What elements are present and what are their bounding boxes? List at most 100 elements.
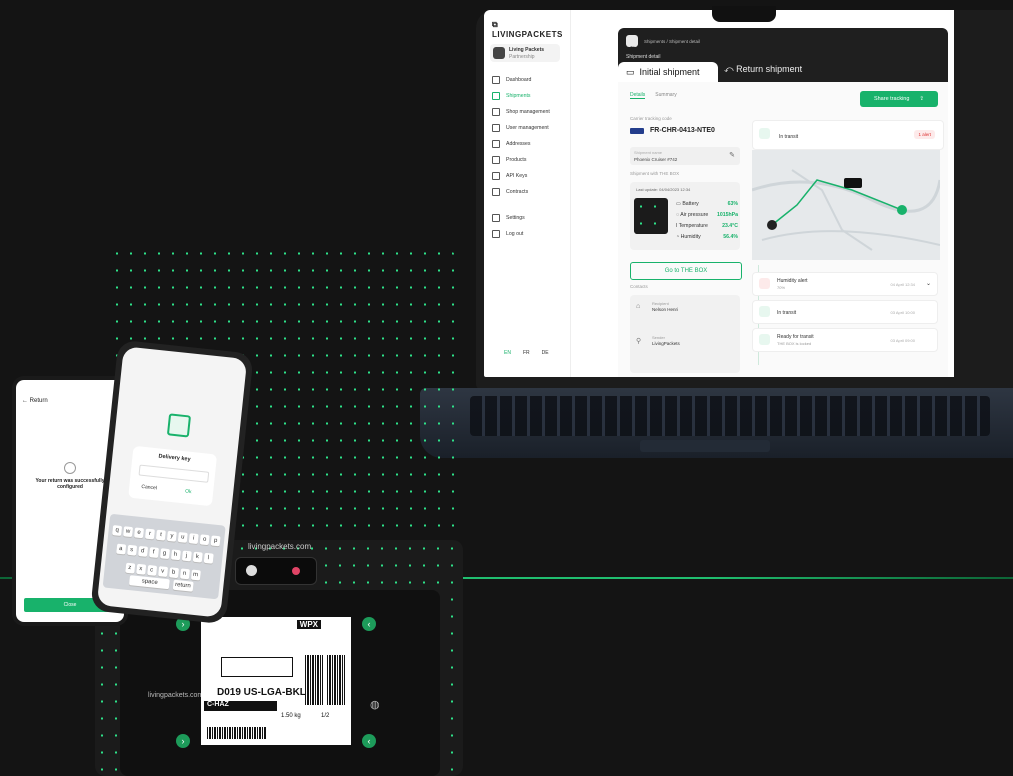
tracking-code: FR-CHR-0413-NTE0 (650, 127, 715, 134)
keyboard: qwertyuiop asdfghjkl zxcvbnm space retur… (102, 513, 226, 600)
avatar (493, 47, 505, 59)
timeline-item-in-transit[interactable]: In transit 03 April 10:00 (752, 300, 938, 324)
map-svg (752, 169, 940, 251)
return-header: ← Return (22, 398, 48, 404)
ready-icon (759, 334, 770, 345)
cancel-button[interactable]: Cancel (141, 484, 157, 492)
key-m[interactable]: m (190, 569, 201, 581)
share-tracking-button[interactable]: Share tracking ⇪ (860, 91, 938, 107)
key-b[interactable]: b (168, 567, 179, 579)
key-c[interactable]: c (146, 564, 157, 576)
key-s[interactable]: s (126, 544, 137, 556)
key-v[interactable]: v (157, 566, 168, 577)
return-key[interactable]: return (172, 579, 194, 592)
metric-temperature: ǀ Temperature 23.4°C (676, 222, 738, 229)
sidebar-item-logout[interactable]: Log out (492, 226, 566, 242)
sidebar-item-addresses[interactable]: Addresses (492, 136, 566, 152)
subtab-summary[interactable]: Summary (655, 92, 676, 99)
shipment-name-field[interactable]: Shipment name Phoenix Cruiser #742 ✎ (630, 147, 740, 165)
logo[interactable]: ⧉ LIVINGPACKETS (492, 20, 570, 39)
lang-fr[interactable]: FR (523, 350, 530, 356)
sidebar-item-api-keys[interactable]: API Keys (492, 168, 566, 184)
key-e[interactable]: e (134, 527, 145, 539)
breadcrumb: Shipments / Shipment detail (644, 39, 701, 44)
alert-badge[interactable]: 1 alert (914, 130, 935, 139)
timeline-item-humidity[interactable]: Humidity alert 70% 04 April 12:34 ⌄ (752, 272, 938, 296)
status-label: In transit (779, 134, 799, 140)
box-section-label: Shipment with THE BOX (630, 171, 680, 176)
carrier-label: Carrier tracking code (630, 116, 672, 121)
label-count: 1/2 (321, 713, 330, 719)
lang-de[interactable]: DE (542, 350, 549, 356)
sidebar-item-shop-management[interactable]: Shop management (492, 104, 566, 120)
chevron-down-icon[interactable]: ⌄ (926, 280, 931, 287)
barcode-vertical (305, 655, 323, 705)
sidebar-item-user-management[interactable]: User management (492, 120, 566, 136)
key-g[interactable]: g (159, 548, 170, 560)
key-a[interactable]: a (115, 543, 126, 555)
sidebar-item-contracts[interactable]: Contracts (492, 184, 566, 200)
key-x[interactable]: x (135, 563, 146, 575)
delivery-key-dialog: Delivery key Cancel Ok (128, 445, 218, 507)
ok-button[interactable]: Ok (185, 488, 192, 495)
sidebar-item-shipments[interactable]: Shipments (492, 88, 566, 104)
key-t[interactable]: t (155, 529, 166, 541)
label-weight: 1.50 kg (281, 713, 301, 719)
key-p[interactable]: p (210, 535, 221, 547)
key-y[interactable]: y (166, 530, 177, 542)
e-ink-shipping-label: WPX D019 US-LGA-BKL C-HAZ 1.50 kg 1/2 (201, 617, 351, 745)
tab-return-shipment[interactable]: ⤺ Return shipment (724, 64, 802, 75)
recipient-name: Nelson Henri (652, 307, 679, 312)
subtab-details[interactable]: Details (630, 92, 646, 99)
key-h[interactable]: h (170, 549, 181, 561)
gear-icon (492, 214, 500, 222)
key-l[interactable]: l (203, 552, 214, 564)
box-icon (492, 92, 500, 100)
box-brand-side: livingpackets.com (148, 692, 204, 699)
arrow-right-icon: › (176, 734, 190, 748)
share-icon: ⇪ (919, 96, 925, 102)
back-button[interactable]: ← (626, 35, 638, 50)
label-haz: C-HAZ (204, 701, 277, 711)
go-to-box-button[interactable]: Go to THE BOX (630, 262, 742, 280)
label-code: D019 US-LGA-BKL (217, 687, 306, 698)
language-switcher: EN FR DE (504, 350, 549, 356)
box-control-strip (235, 557, 317, 585)
key-o[interactable]: o (199, 534, 210, 546)
status-light-icon (292, 567, 300, 575)
key-j[interactable]: j (181, 550, 192, 562)
tab-initial-shipment[interactable]: ▭ Initial shipment (618, 62, 718, 82)
sidebar-item-products[interactable]: Products (492, 152, 566, 168)
key-z[interactable]: z (124, 562, 135, 574)
sidebar-item-dashboard[interactable]: Dashboard (492, 72, 566, 88)
recipient-label: Recipient (652, 301, 669, 306)
delivery-key-input[interactable] (138, 464, 210, 483)
key-n[interactable]: n (179, 568, 190, 580)
account-switcher[interactable]: Living Packets Partnership (490, 44, 560, 62)
tracking-map[interactable] (752, 150, 940, 260)
lang-en[interactable]: EN (504, 350, 511, 356)
timeline-item-ready[interactable]: Ready for transit THE BOX is locked 03 Apr… (752, 328, 938, 352)
laptop-keyboard (470, 396, 990, 436)
arrow-left-icon[interactable]: ← (22, 398, 30, 404)
key-r[interactable]: r (144, 528, 155, 540)
shop-icon (492, 108, 500, 116)
key-u[interactable]: u (177, 531, 188, 543)
space-key[interactable]: space (129, 575, 171, 590)
contract-icon (492, 188, 500, 196)
laptop-trackpad (640, 440, 770, 452)
sender-name: LivingPackets (652, 341, 680, 346)
key-w[interactable]: w (123, 526, 134, 538)
key-i[interactable]: i (188, 533, 199, 545)
key-k[interactable]: k (192, 551, 203, 563)
last-update: Last update: 04/04/2023 12:34 (636, 187, 691, 192)
key-q[interactable]: q (112, 525, 123, 536)
key-d[interactable]: d (137, 545, 148, 557)
sidebar-item-settings[interactable]: Settings (492, 210, 566, 226)
label-address-box (221, 657, 293, 677)
edit-icon[interactable]: ✎ (729, 151, 735, 159)
dialog-title: Delivery key (158, 453, 191, 463)
transit-icon (759, 306, 770, 317)
key-f[interactable]: f (148, 547, 159, 558)
